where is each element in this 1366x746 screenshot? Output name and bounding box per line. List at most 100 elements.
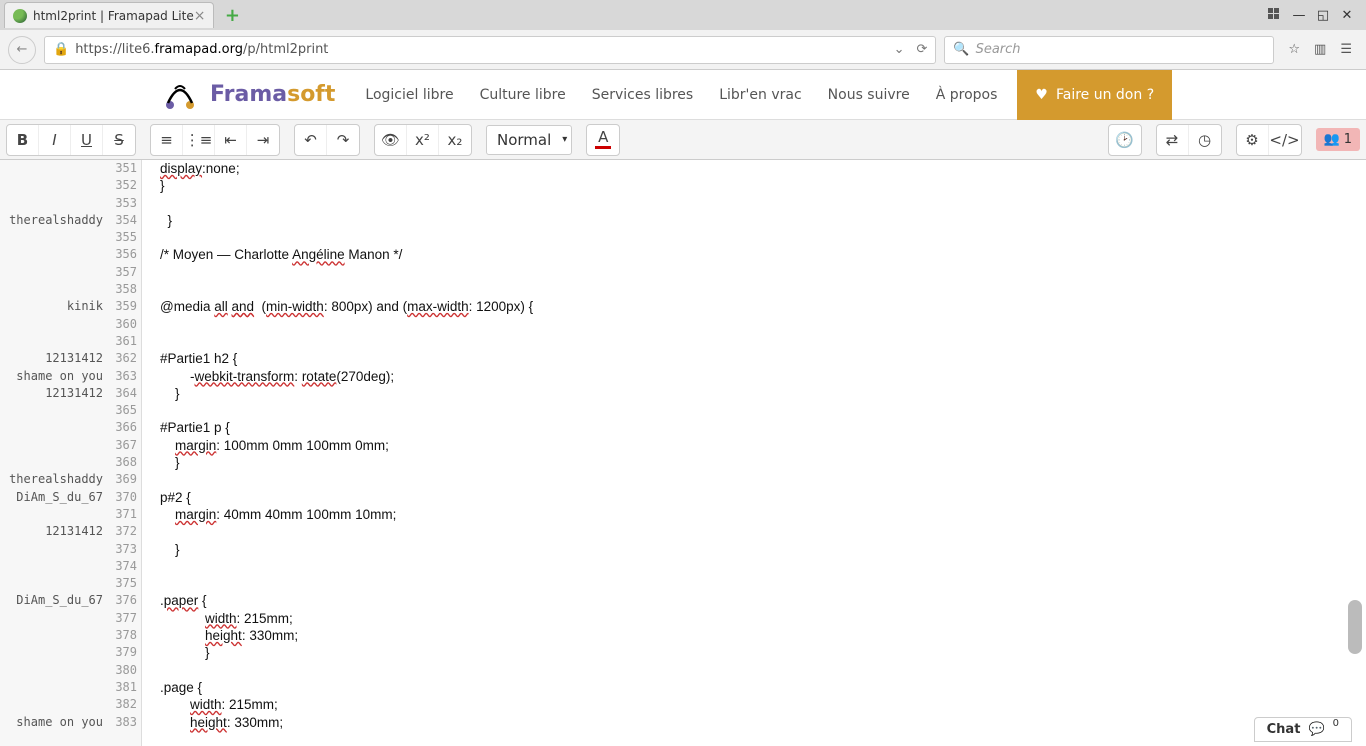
code-line[interactable] xyxy=(142,264,1366,281)
code-line[interactable]: margin: 100mm 0mm 100mm 0mm; xyxy=(142,437,1366,454)
users-button[interactable]: 👥1 xyxy=(1316,128,1360,151)
code-line[interactable] xyxy=(142,558,1366,575)
code-line[interactable]: .page { xyxy=(142,679,1366,696)
reload-icon[interactable]: ⟳ xyxy=(916,42,927,57)
code-line[interactable]: height: 330mm; xyxy=(142,627,1366,644)
ordered-list-button[interactable]: ≡ xyxy=(151,125,183,155)
url-prefix: https://lite6. xyxy=(75,42,154,57)
code-line[interactable] xyxy=(142,229,1366,246)
framasoft-brand[interactable]: Framasoft xyxy=(210,82,335,107)
code-line[interactable]: @media all and (min-width: 800px) and (m… xyxy=(142,298,1366,315)
nav-apropos[interactable]: À propos xyxy=(936,87,998,103)
nav-suivre[interactable]: Nous suivre xyxy=(828,87,910,103)
search-placeholder: Search xyxy=(976,42,1021,57)
code-line[interactable]: p#2 { xyxy=(142,489,1366,506)
chat-toggle[interactable]: Chat 💬 0 xyxy=(1254,717,1352,742)
code-line[interactable]: } xyxy=(142,541,1366,558)
dropdown-icon[interactable]: ⌄ xyxy=(894,42,905,57)
minimize-icon[interactable]: — xyxy=(1292,8,1306,23)
code-line[interactable] xyxy=(142,575,1366,592)
scrollbar-thumb[interactable] xyxy=(1348,600,1362,654)
maximize-icon[interactable]: ◱ xyxy=(1316,8,1330,23)
code-line[interactable]: display:none; xyxy=(142,160,1366,177)
code-line[interactable] xyxy=(142,333,1366,350)
gutter-line: 12131412362 xyxy=(0,350,141,367)
code-line[interactable] xyxy=(142,662,1366,679)
redo-button[interactable]: ↷ xyxy=(327,125,359,155)
code-line[interactable] xyxy=(142,281,1366,298)
tab-close-icon[interactable]: × xyxy=(194,8,206,24)
close-window-icon[interactable]: ✕ xyxy=(1340,8,1354,23)
code-line[interactable]: #Partie1 h2 { xyxy=(142,350,1366,367)
library-icon[interactable]: ▥ xyxy=(1314,42,1326,57)
tab-title: html2print | Framapad Lite xyxy=(33,9,194,23)
nav-culture[interactable]: Culture libre xyxy=(480,87,566,103)
chat-icon: 💬 xyxy=(1308,722,1324,737)
framasoft-logo[interactable] xyxy=(160,75,200,115)
code-line[interactable]: /* Moyen — Charlotte Angéline Manon */ xyxy=(142,246,1366,263)
line-gutter: 351352353therealshaddy354355356357358kin… xyxy=(0,160,142,746)
url-input[interactable]: 🔒 https://lite6.framapad.org/p/html2prin… xyxy=(44,36,936,64)
code-line[interactable]: .paper { xyxy=(142,592,1366,609)
italic-button[interactable]: I xyxy=(39,125,71,155)
gutter-line: 374 xyxy=(0,558,141,575)
gutter-line: 367 xyxy=(0,437,141,454)
bold-button[interactable]: B xyxy=(7,125,39,155)
heading-select[interactable]: Normal xyxy=(486,125,572,155)
embed-button[interactable]: </> xyxy=(1269,125,1301,155)
gutter-line: therealshaddy369 xyxy=(0,471,141,488)
timeslider-button[interactable]: ◷ xyxy=(1189,125,1221,155)
etherpad-toolbar: B I U S ≡ ⋮≡ ⇤ ⇥ ↶ ↷ 👁 x² x₂ Normal A 🕑 … xyxy=(0,120,1366,160)
code-line[interactable]: width: 215mm; xyxy=(142,696,1366,713)
indent-button[interactable]: ⇥ xyxy=(247,125,279,155)
menu-icon[interactable]: ☰ xyxy=(1340,42,1352,57)
superscript-button[interactable]: x² xyxy=(407,125,439,155)
frama-nav: Logiciel libre Culture libre Services li… xyxy=(365,87,997,103)
gutter-line: shame on you383 xyxy=(0,714,141,731)
code-line[interactable]: width: 215mm; xyxy=(142,610,1366,627)
apps-icon[interactable] xyxy=(1268,8,1282,23)
code-line[interactable]: margin: 40mm 40mm 100mm 10mm; xyxy=(142,506,1366,523)
nav-logiciel[interactable]: Logiciel libre xyxy=(365,87,453,103)
donate-button[interactable]: ♥ Faire un don ? xyxy=(1017,70,1172,120)
code-line[interactable]: #Partie1 p { xyxy=(142,419,1366,436)
new-tab-button[interactable]: + xyxy=(220,5,244,25)
code-line[interactable]: } xyxy=(142,177,1366,194)
gutter-line: 380 xyxy=(0,662,141,679)
code-line[interactable] xyxy=(142,402,1366,419)
strike-button[interactable]: S xyxy=(103,125,135,155)
gutter-line: 375 xyxy=(0,575,141,592)
nav-librenvrac[interactable]: Libr'en vrac xyxy=(719,87,801,103)
code-line[interactable] xyxy=(142,316,1366,333)
gutter-line: 12131412364 xyxy=(0,385,141,402)
clear-auth-button[interactable]: 👁 xyxy=(375,125,407,155)
font-color-button[interactable]: A xyxy=(587,125,619,155)
underline-button[interactable]: U xyxy=(71,125,103,155)
code-line[interactable] xyxy=(142,195,1366,212)
code-line[interactable] xyxy=(142,471,1366,488)
gutter-line: 371 xyxy=(0,506,141,523)
code-line[interactable]: } xyxy=(142,454,1366,471)
code-line[interactable] xyxy=(142,523,1366,540)
search-input[interactable]: 🔍 Search xyxy=(944,36,1274,64)
subscript-button[interactable]: x₂ xyxy=(439,125,471,155)
save-revision-button[interactable]: 🕑 xyxy=(1109,125,1141,155)
code-line[interactable]: height: 330mm; xyxy=(142,714,1366,731)
bookmark-icon[interactable]: ☆ xyxy=(1288,42,1300,57)
code-line[interactable]: } xyxy=(142,385,1366,402)
outdent-button[interactable]: ⇤ xyxy=(215,125,247,155)
undo-button[interactable]: ↶ xyxy=(295,125,327,155)
code-line[interactable]: -webkit-transform: rotate(270deg); xyxy=(142,368,1366,385)
unordered-list-button[interactable]: ⋮≡ xyxy=(183,125,215,155)
gutter-line: DiAm_S_du_67370 xyxy=(0,489,141,506)
nav-services[interactable]: Services libres xyxy=(592,87,694,103)
import-export-button[interactable]: ⇄ xyxy=(1157,125,1189,155)
gutter-line: 12131412372 xyxy=(0,523,141,540)
settings-button[interactable]: ⚙ xyxy=(1237,125,1269,155)
browser-tab[interactable]: html2print | Framapad Lite × xyxy=(4,2,214,28)
back-button[interactable]: ← xyxy=(8,36,36,64)
gutter-line: 356 xyxy=(0,246,141,263)
code-line[interactable]: } xyxy=(142,644,1366,661)
editor-content[interactable]: display:none;} } /* Moyen — Charlotte An… xyxy=(142,160,1366,746)
code-line[interactable]: } xyxy=(142,212,1366,229)
